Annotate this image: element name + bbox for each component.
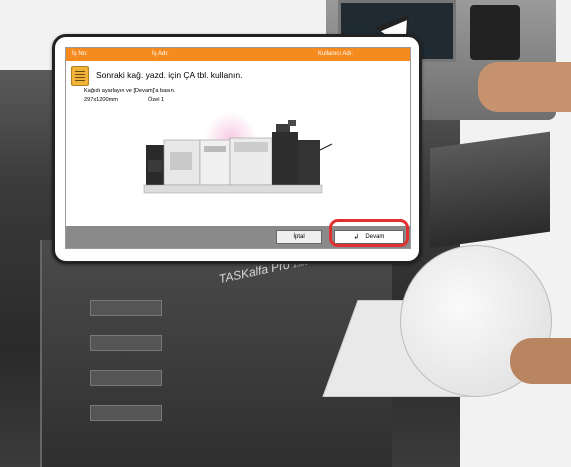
paper-drawer	[90, 300, 162, 316]
paper-drawer	[90, 405, 162, 421]
paper-drawer	[90, 370, 162, 386]
message-list-icon	[71, 66, 89, 86]
message-instruction: Kağıdı ayarlayın ve [Devam]'a basın.	[84, 88, 176, 94]
message-title: Sonraki kağ. yazd. için ÇA tbl. kullanın…	[96, 70, 243, 80]
job-no-label: İş No:	[72, 51, 88, 57]
cancel-button-label: İptal	[293, 234, 305, 240]
user-name-label: Kullanıcı Adı:	[318, 51, 354, 57]
holding-hand	[510, 338, 571, 384]
printer-illustration-icon	[143, 112, 333, 194]
continue-highlight-ring	[329, 219, 409, 247]
job-info-header: İş No: İş Adı: Kullanıcı Adı:	[66, 48, 410, 61]
job-name-label: İş Adı:	[152, 51, 169, 57]
paper-size-value: 297x1200mm	[84, 97, 118, 103]
numeric-keypad	[470, 5, 520, 60]
output-tray	[430, 131, 550, 249]
cancel-button[interactable]: İptal	[276, 230, 322, 244]
touch-panel-screen: İş No: İş Adı: Kullanıcı Adı: Sonraki ka…	[65, 47, 411, 249]
paper-drawer	[90, 335, 162, 351]
paper-type-value: Özel 1	[148, 97, 165, 103]
screen-callout: İş No: İş Adı: Kullanıcı Adı: Sonraki ka…	[52, 34, 422, 264]
pointing-hand	[478, 62, 571, 112]
